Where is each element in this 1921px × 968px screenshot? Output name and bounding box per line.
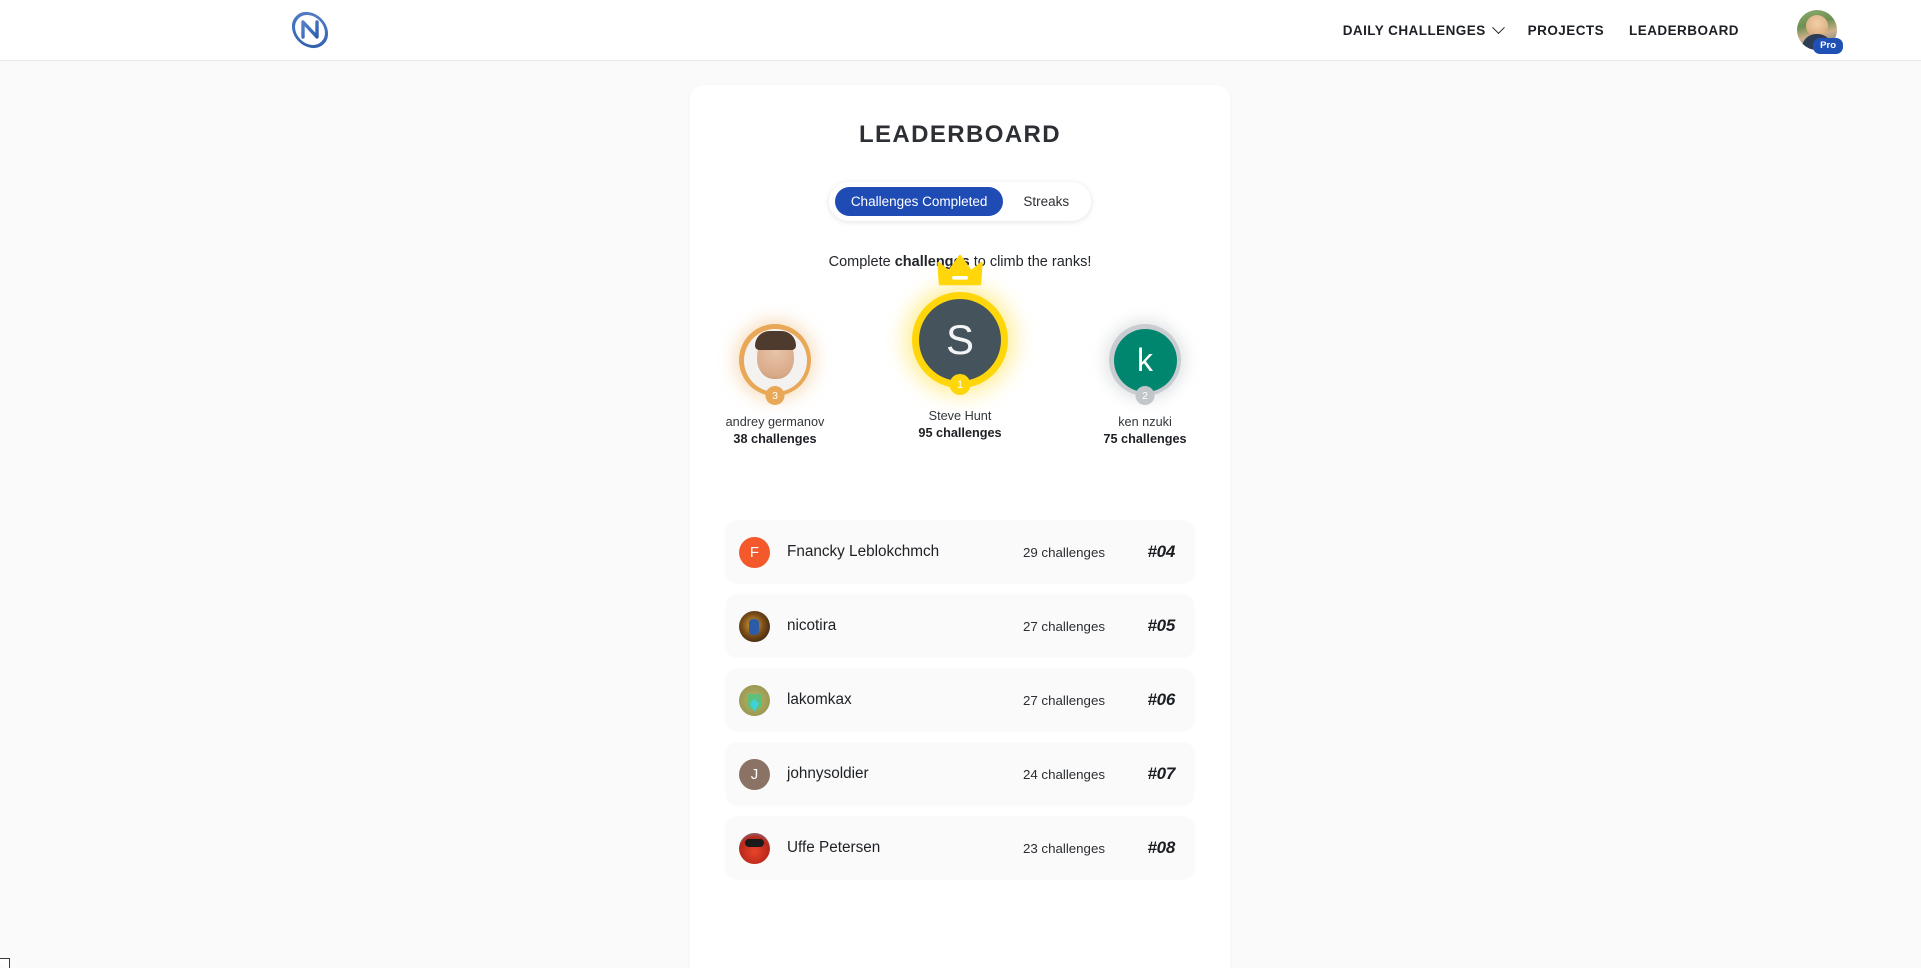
subtitle-suffix: to climb the ranks! bbox=[969, 254, 1092, 270]
podium-name-2: ken nzuki bbox=[1118, 415, 1172, 429]
row-avatar bbox=[739, 832, 770, 864]
podium-avatar-1: S bbox=[919, 299, 1001, 381]
podium-place-1[interactable]: S 1 Steve Hunt 95 challenges bbox=[875, 254, 1045, 443]
list-item[interactable]: Uffe Petersen 23 challenges #08 bbox=[726, 817, 1194, 879]
podium-rank-badge-1: 1 bbox=[949, 374, 971, 395]
nav-label-leaderboard: LEADERBOARD bbox=[1629, 22, 1739, 38]
page-title: LEADERBOARD bbox=[858, 121, 1062, 148]
row-avatar: F bbox=[739, 536, 770, 568]
row-rank: #06 bbox=[1147, 690, 1176, 709]
podium-avatar-ring-3: 3 bbox=[739, 324, 811, 405]
row-avatar: J bbox=[739, 758, 770, 790]
row-rank: #04 bbox=[1147, 542, 1176, 561]
list-item[interactable]: F Fnancky Leblokchmch 29 challenges #04 bbox=[726, 521, 1194, 583]
nerd-logo-icon bbox=[291, 11, 329, 49]
leaderboard-tabs: Challenges Completed Streaks bbox=[828, 182, 1092, 221]
podium-rank-badge-3: 3 bbox=[765, 386, 785, 405]
podium-avatar-ring-1: S 1 bbox=[912, 254, 1008, 395]
row-name: Fnancky Leblokchmch bbox=[787, 543, 940, 560]
row-rank: #05 bbox=[1147, 616, 1176, 635]
podium-score-3: 38 challenges bbox=[733, 432, 817, 447]
row-name: nicotira bbox=[787, 617, 837, 634]
nav-item-leaderboard[interactable]: LEADERBOARD bbox=[1629, 23, 1739, 38]
nav-label-daily-challenges: DAILY CHALLENGES bbox=[1342, 22, 1486, 38]
list-item[interactable]: lakomkax 27 challenges #06 bbox=[726, 669, 1194, 731]
tab-streaks[interactable]: Streaks bbox=[1007, 187, 1085, 216]
row-name: lakomkax bbox=[787, 691, 852, 708]
chevron-down-icon bbox=[1491, 20, 1505, 34]
row-score: 27 challenges bbox=[1022, 692, 1105, 708]
nav-item-daily-challenges[interactable]: DAILY CHALLENGES bbox=[1342, 20, 1505, 38]
podium: 3 andrey germanov 38 challenges S 1 Stev… bbox=[690, 254, 1230, 497]
list-item[interactable]: J johnysoldier 24 challenges #07 bbox=[726, 743, 1194, 805]
window-corner-artifact bbox=[0, 958, 10, 968]
podium-name-1: Steve Hunt bbox=[928, 409, 992, 423]
row-score: 29 challenges bbox=[1022, 544, 1105, 560]
row-name: johnysoldier bbox=[787, 765, 869, 782]
row-score: 27 challenges bbox=[1022, 618, 1105, 634]
tab-challenges-completed[interactable]: Challenges Completed bbox=[834, 187, 1004, 216]
row-score: 23 challenges bbox=[1022, 840, 1105, 856]
podium-avatar-3 bbox=[743, 328, 807, 392]
row-rank: #08 bbox=[1147, 838, 1176, 857]
row-name: Uffe Petersen bbox=[787, 839, 881, 856]
podium-avatar-ring-2: k 2 bbox=[1109, 324, 1181, 405]
list-item[interactable]: nicotira 27 challenges #05 bbox=[726, 595, 1194, 657]
podium-avatar-2: k bbox=[1113, 328, 1177, 392]
podium-rank-badge-2: 2 bbox=[1135, 386, 1155, 405]
podium-score-1: 95 challenges bbox=[918, 426, 1002, 441]
nav-label-projects: PROJECTS bbox=[1527, 22, 1605, 38]
avatar[interactable]: Pro bbox=[1797, 10, 1843, 54]
leaderboard-list: F Fnancky Leblokchmch 29 challenges #04 … bbox=[726, 521, 1194, 919]
row-avatar bbox=[739, 610, 770, 642]
row-score: 24 challenges bbox=[1022, 766, 1105, 782]
nav-item-projects[interactable]: PROJECTS bbox=[1528, 23, 1604, 38]
podium-place-3[interactable]: 3 andrey germanov 38 challenges bbox=[690, 324, 860, 449]
status-badge: Pro bbox=[1813, 37, 1843, 54]
leaderboard-card: LEADERBOARD Challenges Completed Streaks… bbox=[690, 85, 1230, 968]
main-nav: DAILY CHALLENGES PROJECTS LEADERBOARD Pr… bbox=[1342, 10, 1843, 54]
logo[interactable] bbox=[288, 9, 332, 51]
row-avatar bbox=[739, 684, 770, 716]
podium-score-2: 75 challenges bbox=[1103, 432, 1187, 447]
podium-name-3: andrey germanov bbox=[725, 415, 825, 429]
row-rank: #07 bbox=[1147, 764, 1176, 783]
podium-place-2[interactable]: k 2 ken nzuki 75 challenges bbox=[1060, 324, 1230, 449]
page-body: LEADERBOARD Challenges Completed Streaks… bbox=[0, 61, 1921, 968]
crown-icon bbox=[937, 254, 983, 286]
subtitle-prefix: Complete bbox=[828, 254, 895, 270]
site-header: DAILY CHALLENGES PROJECTS LEADERBOARD Pr… bbox=[0, 0, 1921, 61]
